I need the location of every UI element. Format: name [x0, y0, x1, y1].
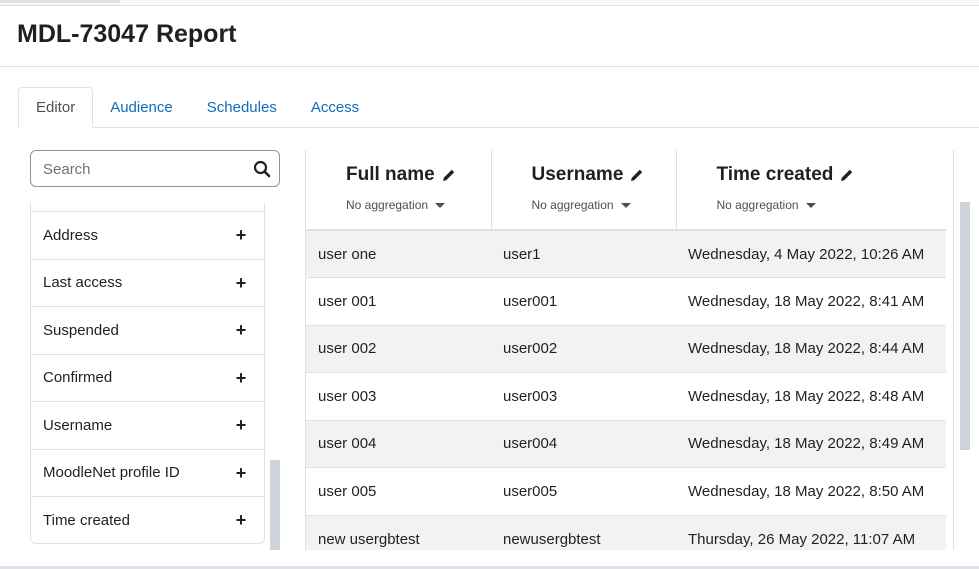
table-header-row: Full name No aggregation Username No agg… [306, 150, 947, 231]
tab-bar: Editor Audience Schedules Access [18, 87, 376, 128]
aggregation-dropdown[interactable]: No aggregation [717, 198, 947, 212]
sidebar-item-label: Suspended [43, 321, 119, 339]
sidebar-item-address[interactable]: Address + [31, 211, 264, 259]
sidebar-item-label: Username [43, 416, 113, 434]
tab-schedules[interactable]: Schedules [190, 87, 294, 128]
tab-editor[interactable]: Editor [18, 87, 94, 128]
aggregation-label: No aggregation [531, 198, 614, 212]
cell-fullname: user 001 [306, 277, 491, 325]
sidebar-item-time-created[interactable]: Time created + [31, 496, 264, 543]
table-row: new usergbtest newusergbtest Thursday, 2… [306, 514, 946, 550]
sidebar-item-label: MoodleNet profile ID [43, 464, 180, 482]
cell-fullname: user 004 [306, 419, 491, 468]
aggregation-label: No aggregation [716, 198, 799, 212]
page-title: MDL-73047 Report [17, 20, 237, 48]
caret-down-icon [620, 202, 631, 208]
column-list: Address + Last access + Suspended + Conf… [30, 203, 265, 544]
column-header-username: Username No aggregation [491, 150, 677, 231]
cell-username: user005 [491, 467, 676, 515]
sidebar-item-label: Time created [43, 511, 130, 529]
cell-time-created: Wednesday, 18 May 2022, 8:41 AM [676, 277, 946, 325]
sidebar-item-label: Last access [43, 274, 123, 292]
column-list-top-partial [31, 203, 264, 211]
cell-fullname: user 003 [306, 372, 491, 420]
plus-icon[interactable]: + [234, 416, 248, 434]
table-row: user 004 user004 Wednesday, 18 May 2022,… [306, 419, 946, 468]
table-row: user 002 user002 Wednesday, 18 May 2022,… [306, 324, 946, 373]
search-input[interactable] [43, 159, 248, 179]
cell-time-created: Wednesday, 4 May 2022, 10:26 AM [676, 229, 946, 278]
tab-audience[interactable]: Audience [93, 87, 190, 128]
pencil-icon[interactable] [840, 168, 854, 182]
report-table: Full name No aggregation Username No agg… [306, 150, 946, 550]
aggregation-dropdown[interactable]: No aggregation [532, 198, 676, 212]
cell-username: newusergbtest [491, 514, 676, 550]
cell-username: user003 [491, 372, 676, 420]
table-right-border [953, 150, 954, 550]
cell-username: user002 [491, 324, 676, 373]
search-icon[interactable] [253, 160, 271, 178]
top-strip-segment [0, 0, 120, 3]
cell-time-created: Wednesday, 18 May 2022, 8:50 AM [676, 467, 946, 515]
plus-icon[interactable]: + [234, 226, 248, 244]
cell-username: user001 [491, 277, 676, 325]
sidebar-item-label: Address [43, 226, 99, 244]
plus-icon[interactable]: + [234, 464, 248, 482]
sidebar-scrollbar[interactable] [270, 460, 280, 550]
sidebar-item-label: Confirmed [43, 369, 113, 387]
caret-down-icon [435, 202, 446, 208]
plus-icon[interactable]: + [234, 321, 248, 339]
column-header-fullname: Full name No aggregation [306, 150, 492, 231]
column-title: Time created [716, 164, 834, 185]
table-scrollbar[interactable] [960, 202, 970, 450]
top-strip [0, 0, 979, 6]
plus-icon[interactable]: + [234, 274, 248, 292]
pencil-icon[interactable] [630, 168, 644, 182]
cell-fullname: user 002 [306, 324, 491, 373]
sidebar-item-username[interactable]: Username + [31, 401, 264, 449]
sidebar-item-last-access[interactable]: Last access + [31, 258, 264, 307]
cell-time-created: Wednesday, 18 May 2022, 8:44 AM [676, 324, 946, 373]
cell-fullname: new usergbtest [306, 514, 491, 550]
aggregation-dropdown[interactable]: No aggregation [346, 198, 491, 212]
column-title: Username [531, 164, 624, 185]
column-title: Full name [346, 164, 435, 185]
report-table-container: Full name No aggregation Username No agg… [305, 150, 946, 550]
column-header-time-created: Time created No aggregation [676, 150, 947, 231]
plus-icon[interactable]: + [234, 511, 248, 529]
cell-fullname: user 005 [306, 467, 491, 515]
table-row: user 001 user001 Wednesday, 18 May 2022,… [306, 277, 946, 325]
cell-time-created: Wednesday, 18 May 2022, 8:48 AM [676, 372, 946, 420]
table-row: user 005 user005 Wednesday, 18 May 2022,… [306, 467, 946, 515]
table-row: user 003 user003 Wednesday, 18 May 2022,… [306, 372, 946, 420]
cell-fullname: user one [306, 229, 491, 278]
cell-username: user004 [491, 419, 676, 468]
pencil-icon[interactable] [442, 168, 456, 182]
table-row: user one user1 Wednesday, 4 May 2022, 10… [306, 229, 946, 278]
sidebar-item-suspended[interactable]: Suspended + [31, 306, 264, 354]
search-field [30, 150, 280, 187]
cell-time-created: Wednesday, 18 May 2022, 8:49 AM [676, 419, 946, 468]
cell-time-created: Thursday, 26 May 2022, 11:07 AM [676, 514, 946, 550]
sidebar-item-moodlenet-profile-id[interactable]: MoodleNet profile ID + [31, 448, 264, 497]
tab-access[interactable]: Access [294, 87, 376, 128]
cell-username: user1 [491, 229, 676, 278]
plus-icon[interactable]: + [234, 369, 248, 387]
aggregation-label: No aggregation [346, 198, 429, 212]
caret-down-icon [805, 202, 816, 208]
header-divider [0, 66, 979, 67]
sidebar-item-confirmed[interactable]: Confirmed + [31, 353, 264, 402]
tabs-divider [18, 127, 979, 128]
